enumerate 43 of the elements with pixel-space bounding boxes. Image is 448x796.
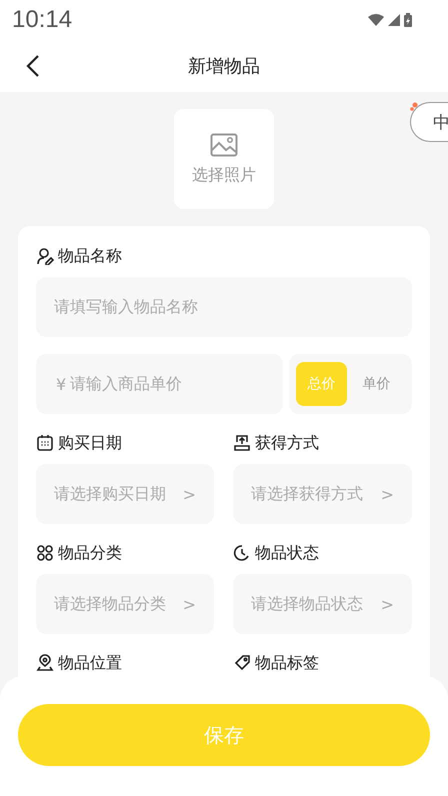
chevron-text: > [380, 484, 394, 504]
price-mode-tab[interactable]: 单价 [351, 362, 402, 406]
select-field[interactable]: 请选择获得方式 > [233, 464, 412, 524]
placeholder-text: 请选择获得方式 [251, 484, 363, 504]
clock-icon [233, 544, 251, 562]
tag-icon [233, 654, 251, 672]
field-label: 物品标签 [255, 652, 319, 674]
wifi-icon [368, 14, 384, 26]
battery-icon [404, 13, 412, 27]
field-label: 购买日期 [58, 432, 122, 454]
currency-sign: ¥ [56, 374, 66, 394]
name-input[interactable]: 请填写输入物品名称 [36, 277, 412, 337]
save-button[interactable]: 保存 [18, 704, 430, 766]
person-edit-icon [36, 247, 54, 265]
select-field[interactable]: 请选择购买日期 > [36, 464, 214, 524]
page-title: 新增物品 [188, 55, 260, 78]
price-input[interactable]: ¥ 请输入商品单价 [36, 354, 283, 414]
chevron-text: > [182, 484, 196, 504]
placeholder-text: 请输入商品单价 [70, 374, 182, 394]
chevron-text: > [380, 594, 394, 614]
field-label: 物品分类 [58, 542, 122, 564]
back-icon[interactable] [26, 54, 40, 78]
status-time: 10:14 [12, 6, 72, 34]
chevron-text: > [182, 594, 196, 614]
calendar-icon [36, 434, 54, 452]
price-mode-tab[interactable]: 总价 [296, 362, 347, 406]
grid-icon [36, 544, 54, 562]
placeholder-text: 请选择物品分类 [54, 594, 166, 614]
side-tab[interactable]: 中 [410, 102, 448, 142]
location-pin-icon [36, 654, 54, 672]
image-icon [210, 132, 238, 156]
sparkle-icon [410, 102, 418, 112]
upload-box-icon [233, 434, 251, 452]
field-label: 物品状态 [255, 542, 319, 564]
field-label: 获得方式 [255, 432, 319, 454]
placeholder-text: 请选择物品状态 [251, 594, 363, 614]
placeholder-text: 请选择购买日期 [54, 484, 166, 504]
select-field[interactable]: 请选择物品状态 > [233, 574, 412, 634]
field-label: 物品位置 [58, 652, 122, 674]
select-field[interactable]: 请选择物品分类 > [36, 574, 214, 634]
field-label: 物品名称 [58, 246, 122, 266]
signal-icon [388, 14, 400, 26]
photo-picker[interactable]: 选择照片 [174, 109, 274, 209]
